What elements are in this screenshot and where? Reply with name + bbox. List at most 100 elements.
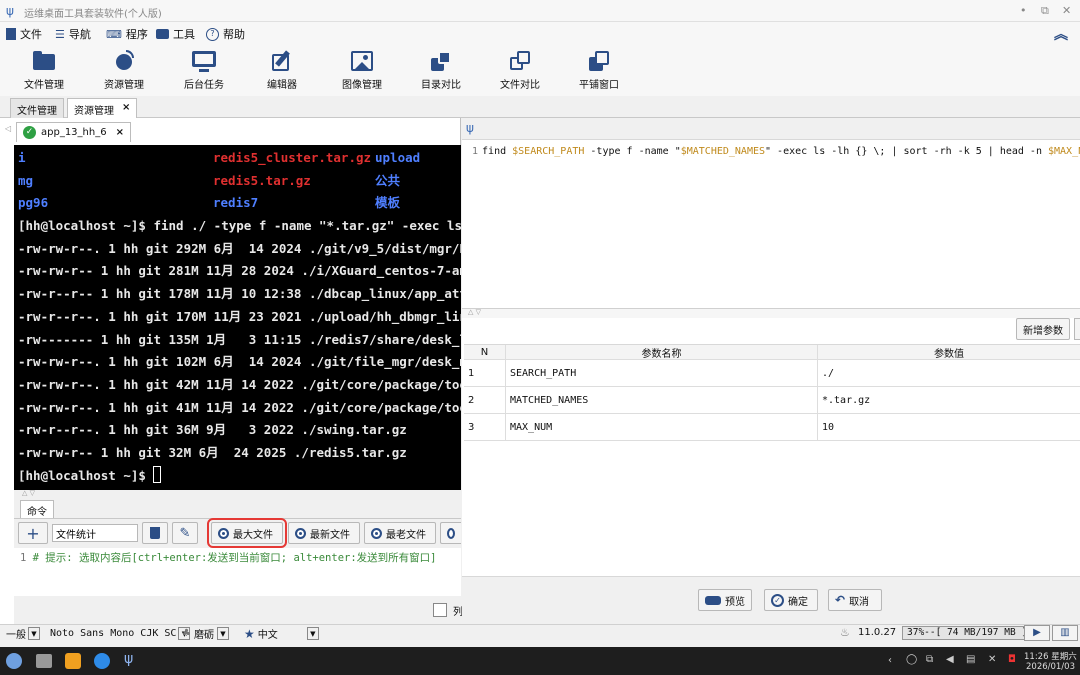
edit-command-button[interactable]: ✎ (172, 522, 198, 544)
menu-tools-label: 工具 (173, 28, 195, 41)
java-icon: ♨ (840, 626, 850, 639)
image-icon (350, 50, 374, 72)
font-select[interactable]: Noto Sans Mono CJK SC ▼ (50, 626, 191, 641)
network-icon[interactable]: ✕ (988, 654, 996, 665)
volume-icon[interactable]: ◀ (946, 654, 954, 665)
toolbar-resource-manager[interactable]: 资源管理 (92, 50, 156, 91)
param-value[interactable]: 10 (818, 414, 1080, 440)
files-app-icon[interactable] (65, 653, 81, 669)
status-bar: 一般 ▼ Noto Sans Mono CJK SC ▼ ♣ 磨砺 ▼ ★ 中文… (0, 624, 1080, 642)
check-circle-icon: ✓ (771, 593, 784, 607)
param-name[interactable]: MATCHED_NAMES (506, 387, 818, 413)
toolbar-background-tasks[interactable]: 后台任务 (172, 50, 236, 91)
launcher-icon[interactable] (6, 653, 22, 669)
satellite-icon (112, 50, 136, 72)
list-icon: ☰ (55, 27, 65, 41)
app-logo-icon[interactable]: ψ (124, 651, 133, 667)
plus-icon: + (26, 523, 40, 543)
newest-files-button[interactable]: 最新文件 (288, 522, 360, 544)
language-value: 中文 (257, 630, 278, 641)
more-button[interactable] (1074, 318, 1080, 340)
tab-command[interactable]: 命令 (20, 500, 54, 518)
tab-close-icon[interactable]: × (122, 102, 130, 115)
menu-file-label: 文件 (20, 28, 42, 41)
command-hint-editor[interactable]: 1 # 提示: 选取内容后[ctrl+enter:发送到当前窗口; alt+en… (14, 548, 461, 596)
theme-select[interactable]: ♣ 磨砺 ▼ (182, 626, 229, 641)
ok-button[interactable]: ✓ 确定 (764, 589, 818, 611)
screenshot-icon[interactable]: ⧉ (926, 654, 933, 665)
terminal-line: -rw-rw-r-- 1 hh git 281M 11月 28 2024 ./i… (18, 263, 461, 279)
toolbar-editor[interactable]: 编辑器 (250, 50, 314, 91)
table-row[interactable]: 2 MATCHED_NAMES *.tar.gz (464, 387, 1080, 414)
radio-icon (295, 527, 306, 539)
line-number: 1 (20, 552, 27, 564)
session-tab[interactable]: ✓ app_13_hh_6 × (16, 122, 131, 142)
more-command-button[interactable] (440, 522, 461, 544)
oldest-files-label: 最老文件 (386, 529, 426, 541)
toolbar-label: 图像管理 (342, 80, 382, 91)
toolbar-label: 文件管理 (24, 80, 64, 91)
play-icon[interactable]: ▶ (1024, 625, 1050, 641)
menu-program[interactable]: ⌨ 程序 (106, 26, 148, 42)
toolbar-dir-compare[interactable]: 目录对比 (409, 50, 473, 91)
terminal-line: -rw-rw-r--. 1 hh git 102M 6月 14 2024 ./g… (18, 354, 461, 370)
toolbar-tile-windows[interactable]: 平铺窗口 (567, 50, 631, 91)
command-script-editor[interactable]: 1 find $SEARCH_PATH -type f -name "$MATCH… (462, 140, 1080, 308)
session-tab-label: app_13_hh_6 (41, 127, 107, 138)
trash-icon[interactable]: ▥ (1052, 625, 1078, 641)
scroll-left-icon[interactable]: ◁ (5, 124, 11, 133)
terminal-ls-row: pg96 redis7 模板 (18, 192, 457, 215)
param-value[interactable]: *.tar.gz (818, 387, 1080, 413)
tray-arrow-icon[interactable]: ‹ (888, 655, 892, 666)
notification-icon[interactable]: ◘ (1008, 654, 1016, 665)
command-toolbar: + ✎ 最大文件 最新文件 最老文件 (14, 518, 461, 548)
language-select[interactable]: ★ 中文 ▼ (244, 626, 319, 641)
terminal-ls-row: mg redis5.tar.gz 公共 (18, 170, 457, 193)
param-name[interactable]: MAX_NUM (506, 414, 818, 440)
menu-file[interactable]: 文件 (6, 26, 42, 42)
splitter[interactable]: △ ▽ (462, 308, 1080, 318)
browser-icon[interactable] (94, 653, 110, 669)
mode-select[interactable]: 一般 ▼ (6, 626, 40, 641)
param-name[interactable]: SEARCH_PATH (506, 360, 818, 386)
max-files-button[interactable]: 最大文件 (207, 518, 287, 548)
ls-entry: redis7 (213, 195, 259, 211)
add-command-button[interactable]: + (18, 522, 48, 544)
toolbar-image-manager[interactable]: 图像管理 (330, 50, 394, 91)
menu-tools[interactable]: 工具 (156, 26, 195, 42)
toolbar-file-manager[interactable]: 文件管理 (12, 50, 76, 91)
file-compare-icon (508, 50, 532, 72)
delete-command-button[interactable] (142, 522, 168, 544)
keyboard-icon[interactable]: ▤ (966, 654, 975, 665)
command-name-input[interactable] (52, 524, 138, 542)
preview-button[interactable]: 预览 (698, 589, 752, 611)
add-param-button[interactable]: 新增参数 (1016, 318, 1070, 340)
table-row[interactable]: 1 SEARCH_PATH ./ (464, 360, 1080, 387)
tab-resource-manager-label: 资源管理 (74, 106, 114, 117)
maximize-icon[interactable]: ⧉ (1041, 4, 1049, 18)
dropdown-icon: ▼ (306, 627, 319, 640)
splitter-arrows-icon[interactable]: △ ▽ (468, 308, 481, 316)
splitter-arrows-icon[interactable]: △ ▽ (22, 489, 35, 497)
menu-help-label: 帮助 (223, 28, 245, 41)
menu-nav[interactable]: ☰ 导航 (55, 26, 91, 42)
terminal[interactable]: i redis5_cluster.tar.gz upload mg redis5.ta… (14, 145, 461, 490)
table-row[interactable]: 3 MAX_NUM 10 (464, 414, 1080, 441)
column-checkbox[interactable] (433, 603, 447, 617)
oldest-files-button[interactable]: 最老文件 (364, 522, 436, 544)
tab-resource-manager[interactable]: 资源管理 × (67, 98, 138, 118)
toolbar-file-compare[interactable]: 文件对比 (488, 50, 552, 91)
keyboard-icon: ⌨ (106, 27, 122, 41)
close-icon[interactable]: ✕ (1062, 4, 1071, 17)
toolbar: 文件管理 资源管理 后台任务 编辑器 图像管理 目录对比 文件对比 平铺窗口 (0, 44, 1080, 96)
window-switcher-icon[interactable] (36, 654, 52, 668)
tab-file-manager[interactable]: 文件管理 (10, 98, 64, 118)
menu-help[interactable]: ? 帮助 (206, 26, 245, 42)
minimize-icon[interactable]: • (1020, 4, 1027, 17)
dialog-header: ψ (462, 118, 1080, 140)
session-tab-close-icon[interactable]: × (116, 127, 124, 138)
param-value[interactable]: ./ (818, 360, 1080, 386)
cancel-button[interactable]: ↶ 取消 (828, 589, 882, 611)
collapse-icon[interactable]: ︽ (1054, 24, 1068, 44)
search-icon[interactable]: ◯ (906, 654, 917, 665)
